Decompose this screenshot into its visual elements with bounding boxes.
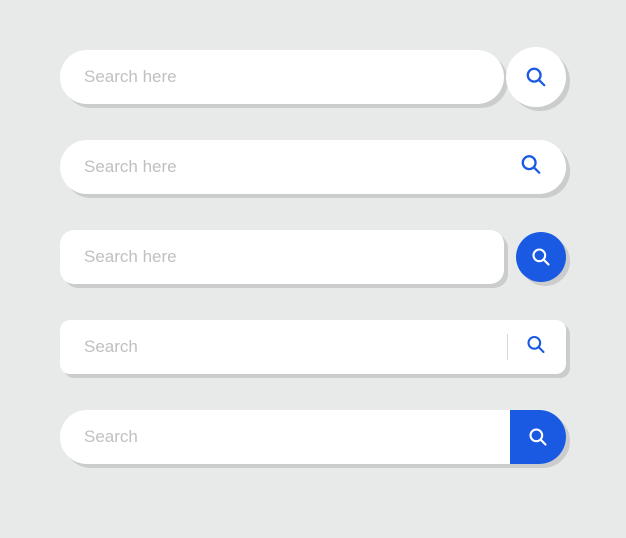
search-input[interactable] [84,427,542,447]
search-bar-variant-4 [60,320,566,374]
search-button[interactable] [506,47,566,107]
magnify-icon [525,66,547,88]
search-button[interactable] [516,232,566,282]
magnify-icon [531,247,551,267]
search-input-wrap[interactable] [60,50,504,104]
search-bar-variant-1 [60,50,566,104]
search-input-wrap[interactable] [60,140,566,194]
search-bar-variant-3 [60,230,566,284]
search-input-wrap[interactable] [60,410,566,464]
search-button[interactable] [510,410,566,464]
divider [507,334,508,360]
search-input-wrap[interactable] [60,230,504,284]
search-button[interactable] [520,154,542,181]
search-bar-variant-2 [60,140,566,194]
magnify-icon [520,154,542,176]
search-input[interactable] [84,247,480,267]
search-input-wrap[interactable] [60,320,566,374]
search-button[interactable] [526,335,546,360]
search-input[interactable] [84,157,542,177]
search-input[interactable] [84,337,542,357]
magnify-icon [528,427,548,447]
magnify-icon [526,335,546,355]
search-input[interactable] [84,67,480,87]
search-bar-variant-5 [60,410,566,464]
